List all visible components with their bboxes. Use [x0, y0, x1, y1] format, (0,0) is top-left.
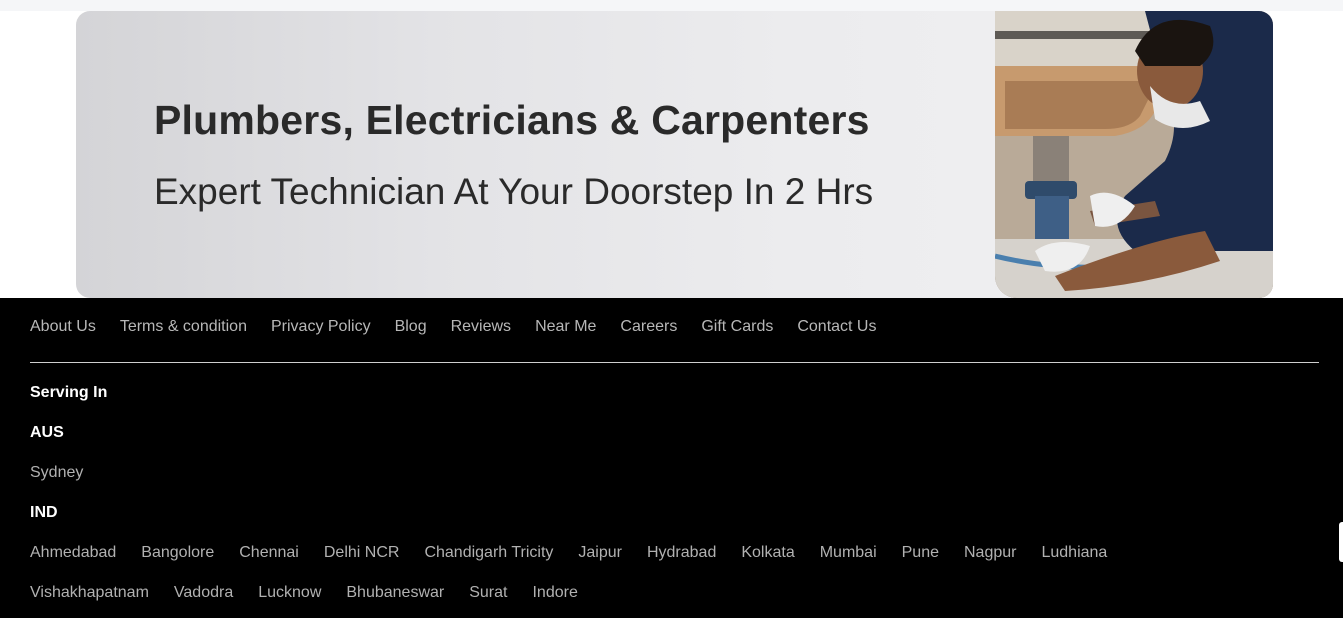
city-link[interactable]: Bangolore: [141, 544, 214, 562]
footer-divider: [30, 362, 1319, 363]
link-about-us[interactable]: About Us: [30, 318, 96, 336]
region-heading-ind: IND: [30, 504, 58, 521]
city-link[interactable]: Chennai: [239, 544, 299, 562]
city-link[interactable]: Hydrabad: [647, 544, 716, 562]
link-gift-cards[interactable]: Gift Cards: [701, 318, 773, 336]
city-link[interactable]: Kolkata: [741, 544, 794, 562]
side-widget-tab[interactable]: [1339, 522, 1343, 562]
link-careers[interactable]: Careers: [620, 318, 677, 336]
city-link[interactable]: Lucknow: [258, 584, 321, 602]
city-link[interactable]: Vadodra: [174, 584, 233, 602]
serving-in-heading: Serving In: [30, 384, 108, 401]
aus-cities: Sydney: [30, 464, 83, 482]
city-link[interactable]: Pune: [902, 544, 939, 562]
ind-cities-row-2: Vishakhapatnam Vadodra Lucknow Bhubanesw…: [30, 584, 578, 602]
link-privacy-policy[interactable]: Privacy Policy: [271, 318, 371, 336]
plumber-photo: [995, 11, 1273, 298]
city-link[interactable]: Nagpur: [964, 544, 1016, 562]
city-link[interactable]: Chandigarh Tricity: [424, 544, 553, 562]
city-link[interactable]: Delhi NCR: [324, 544, 400, 562]
link-terms[interactable]: Terms & condition: [120, 318, 247, 336]
city-link[interactable]: Sydney: [30, 464, 83, 482]
footer-links: About Us Terms & condition Privacy Polic…: [30, 318, 876, 336]
city-link[interactable]: Bhubaneswar: [346, 584, 444, 602]
city-link[interactable]: Surat: [469, 584, 507, 602]
city-link[interactable]: Ludhiana: [1041, 544, 1107, 562]
banner-title: Plumbers, Electricians & Carpenters: [154, 97, 870, 143]
ind-cities-row-1: Ahmedabad Bangolore Chennai Delhi NCR Ch…: [30, 544, 1107, 562]
hero-banner[interactable]: Plumbers, Electricians & Carpenters Expe…: [76, 11, 1273, 298]
city-link[interactable]: Ahmedabad: [30, 544, 116, 562]
city-link[interactable]: Mumbai: [820, 544, 877, 562]
banner-subtitle: Expert Technician At Your Doorstep In 2 …: [154, 171, 874, 212]
city-link[interactable]: Jaipur: [578, 544, 622, 562]
city-link[interactable]: Indore: [532, 584, 577, 602]
top-strip: [0, 0, 1343, 11]
link-contact-us[interactable]: Contact Us: [797, 318, 876, 336]
link-near-me[interactable]: Near Me: [535, 318, 596, 336]
city-link[interactable]: Vishakhapatnam: [30, 584, 149, 602]
link-reviews[interactable]: Reviews: [451, 318, 511, 336]
link-blog[interactable]: Blog: [395, 318, 427, 336]
site-footer: About Us Terms & condition Privacy Polic…: [0, 298, 1343, 618]
region-heading-aus: AUS: [30, 424, 64, 441]
